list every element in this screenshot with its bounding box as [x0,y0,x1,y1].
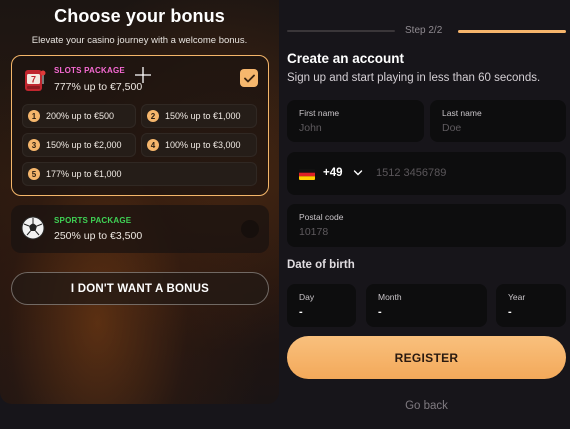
dob-month-value: - [378,306,382,318]
sports-package-offer: 250% up to €3,500 [54,230,143,242]
form-title: Create an account [287,51,405,66]
bonus-title: Choose your bonus [54,6,225,26]
slot-machine-icon: 7 [25,70,46,91]
first-name-placeholder: John [299,122,322,134]
last-name-label: Last name [442,108,482,118]
dob-month-label: Month [378,292,402,302]
tier-number: 5 [28,168,40,180]
postal-code-placeholder: 10178 [299,226,329,238]
register-button[interactable]: REGISTER [287,336,566,379]
tier-item: 5 177% up to €1,000 [22,162,257,186]
first-name-label: First name [299,108,340,118]
step-progress-inactive [287,30,395,32]
postal-code-field[interactable]: Postal code 10178 [287,204,566,247]
germany-flag-icon [299,169,315,180]
step-indicator: Step 2/2 [405,25,443,36]
form-subtitle: Sign up and start playing in less than 6… [287,72,541,84]
sports-package-name: SPORTS PACKAGE [54,216,132,225]
tier-text: 100% up to €3,000 [165,140,241,150]
tier-item: 1 200% up to €500 [22,104,136,128]
tier-number: 4 [147,139,159,151]
last-name-placeholder: Doe [442,122,462,134]
dob-day-field[interactable]: Day - [287,284,356,327]
tier-number: 2 [147,110,159,122]
sports-package-card[interactable]: SPORTS PACKAGE 250% up to €3,500 [11,205,269,253]
dob-day-label: Day [299,292,315,302]
tier-text: 177% up to €1,000 [46,169,122,179]
dob-year-label: Year [508,292,526,302]
no-bonus-button[interactable]: I DON'T WANT A BONUS [11,272,269,305]
slots-package-name: SLOTS PACKAGE [54,66,125,75]
slots-package-offer: 777% up to €7,500 [54,81,143,93]
tier-item: 2 150% up to €1,000 [141,104,257,128]
slots-package-card[interactable]: 7 SLOTS PACKAGE 777% up to €7,500 1 200%… [11,55,269,196]
cursor-crosshair-icon [135,67,151,83]
slots-selected-checkbox[interactable] [240,69,258,87]
tier-number: 3 [28,139,40,151]
tier-item: 3 150% up to €2,000 [22,133,136,157]
dob-year-field[interactable]: Year - [496,284,566,327]
go-back-link[interactable]: Go back [287,400,566,412]
dob-day-value: - [299,306,303,318]
svg-text:7: 7 [31,75,36,85]
bonus-subtitle: Elevate your casino journey with a welco… [31,35,248,46]
tier-item: 4 100% up to €3,000 [141,133,257,157]
bonus-panel: Choose your bonus Elevate your casino jo… [0,0,279,404]
phone-number-placeholder: 1512 3456789 [376,167,447,179]
dob-month-field[interactable]: Month - [366,284,487,327]
tier-text: 150% up to €1,000 [165,111,241,121]
sports-select-radio[interactable] [241,220,259,238]
tier-number: 1 [28,110,40,122]
check-icon [243,74,255,82]
last-name-field[interactable]: Last name Doe [430,100,566,142]
postal-code-label: Postal code [299,212,344,222]
country-code-selector[interactable]: +49 [323,167,343,179]
date-of-birth-label: Date of birth [287,259,355,271]
dob-year-value: - [508,306,512,318]
tier-text: 150% up to €2,000 [46,140,122,150]
chevron-down-icon[interactable] [353,169,363,177]
tier-text: 200% up to €500 [46,111,115,121]
soccer-ball-icon [21,216,45,240]
step-progress-active [458,30,566,33]
first-name-field[interactable]: First name John [287,100,424,142]
phone-field[interactable]: +49 1512 3456789 [287,152,566,195]
